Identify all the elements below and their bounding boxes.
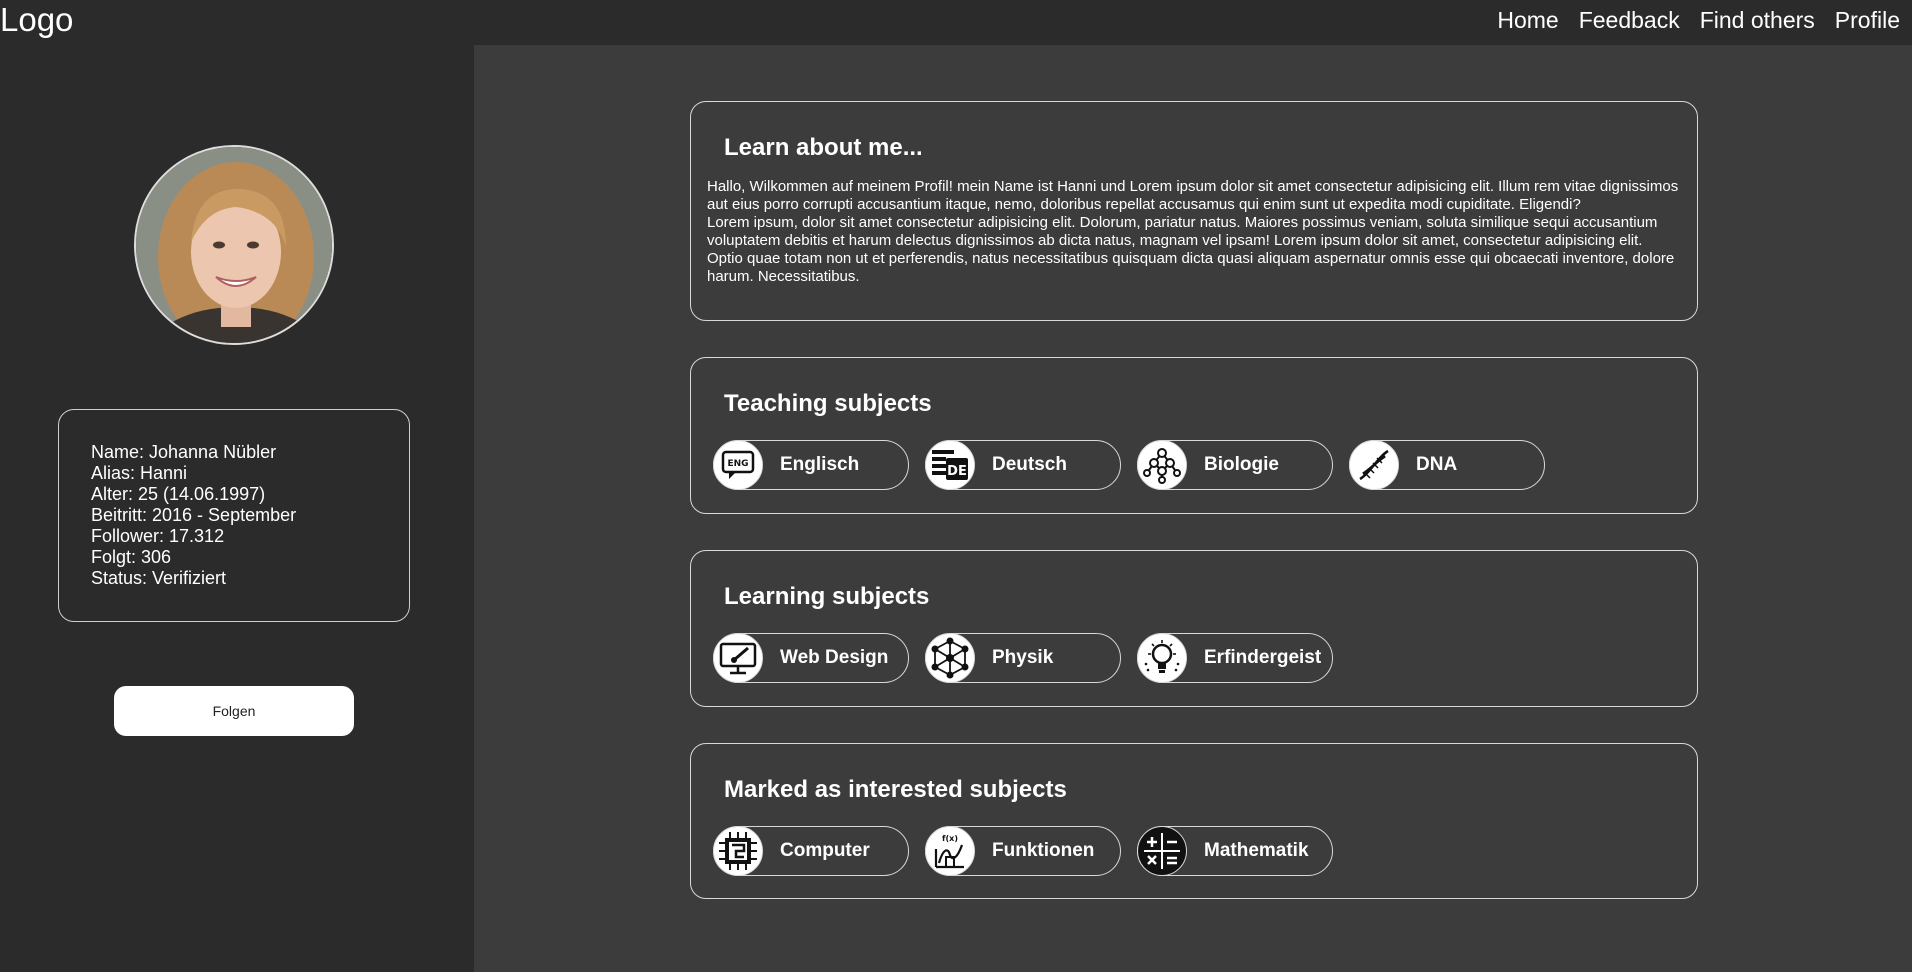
lightbulb-icon — [1137, 633, 1187, 683]
info-following: Folgt: 306 — [91, 547, 172, 567]
eng-speech-icon: ENG — [713, 440, 763, 490]
nav-find-others[interactable]: Find others — [1700, 6, 1815, 34]
info-status: Status: Verifiziert — [91, 568, 227, 588]
subject-chip-dna[interactable]: DNA — [1349, 440, 1545, 490]
subject-label: Web Design — [780, 647, 889, 668]
nav-home[interactable]: Home — [1497, 6, 1558, 34]
subject-label: Deutsch — [992, 454, 1067, 475]
about-card: Learn about me... Hallo, Wilkommen auf m… — [690, 101, 1698, 321]
main-nav: Home Feedback Find others Profile — [1497, 6, 1900, 34]
teaching-title: Teaching subjects — [724, 390, 932, 417]
subject-chip-englisch[interactable]: ENG Englisch — [713, 440, 909, 490]
info-age: Alter: 25 (14.06.1997) — [91, 484, 266, 504]
about-text: Hallo, Wilkommen auf meinem Profil! mein… — [707, 178, 1679, 285]
subject-label: Mathematik — [1204, 840, 1309, 861]
math-operators-icon — [1137, 826, 1187, 876]
subject-chip-computer[interactable]: Computer — [713, 826, 909, 876]
teaching-subjects-card: Teaching subjects ENG Englisch DE Deutsc… — [690, 357, 1698, 514]
interested-subjects-card: Marked as interested subjects Computer f… — [690, 743, 1698, 899]
de-document-icon: DE — [925, 440, 975, 490]
subject-label: Biologie — [1204, 454, 1279, 475]
subject-label: Erfindergeist — [1204, 647, 1322, 668]
top-bar: Logo Home Feedback Find others Profile — [0, 0, 1912, 45]
subject-chip-funktionen[interactable]: f(x) Funktionen — [925, 826, 1121, 876]
avatar — [134, 145, 334, 345]
chip-icon — [713, 826, 763, 876]
subject-chip-web-design[interactable]: Web Design — [713, 633, 909, 683]
profile-sidebar: Name: Johanna Nübler Alias: Hanni Alter:… — [0, 45, 474, 972]
monitor-pen-icon — [713, 633, 763, 683]
dna-icon — [1349, 440, 1399, 490]
nav-profile[interactable]: Profile — [1835, 6, 1900, 34]
logo[interactable]: Logo — [0, 0, 73, 40]
function-graph-icon: f(x) — [925, 826, 975, 876]
subject-chip-physik[interactable]: Physik — [925, 633, 1121, 683]
svg-text:f(x): f(x) — [942, 834, 958, 843]
nav-feedback[interactable]: Feedback — [1579, 6, 1680, 34]
info-name: Name: Johanna Nübler — [91, 442, 277, 462]
subject-label: DNA — [1416, 454, 1458, 475]
learning-subject-list: Web Design Physik Erfindergeist — [713, 633, 1333, 683]
info-followers: Follower: 17.312 — [91, 526, 225, 546]
interested-title: Marked as interested subjects — [724, 776, 1067, 803]
subject-chip-erfindergeist[interactable]: Erfindergeist — [1137, 633, 1333, 683]
subject-chip-deutsch[interactable]: DE Deutsch — [925, 440, 1121, 490]
teaching-subject-list: ENG Englisch DE Deutsch Biologie DNA — [713, 440, 1545, 490]
subject-label: Funktionen — [992, 840, 1095, 861]
subject-label: Computer — [780, 840, 870, 861]
interested-subject-list: Computer f(x) Funktionen Mathematik — [713, 826, 1333, 876]
atom-network-icon — [925, 633, 975, 683]
info-alias: Alias: Hanni — [91, 463, 188, 483]
about-title: Learn about me... — [724, 134, 923, 161]
subject-label: Englisch — [780, 454, 860, 475]
subject-chip-biologie[interactable]: Biologie — [1137, 440, 1333, 490]
info-joined: Beitritt: 2016 - September — [91, 505, 297, 525]
subject-chip-mathematik[interactable]: Mathematik — [1137, 826, 1333, 876]
learning-subjects-card: Learning subjects Web Design Physik Erfi… — [690, 550, 1698, 707]
subject-label: Physik — [992, 647, 1054, 668]
svg-text:DE: DE — [947, 464, 967, 479]
follow-button[interactable]: Folgen — [114, 686, 354, 736]
profile-info-box: Name: Johanna Nübler Alias: Hanni Alter:… — [58, 409, 410, 622]
molecule-icon — [1137, 440, 1187, 490]
learning-title: Learning subjects — [724, 583, 930, 610]
svg-text:ENG: ENG — [727, 459, 748, 469]
